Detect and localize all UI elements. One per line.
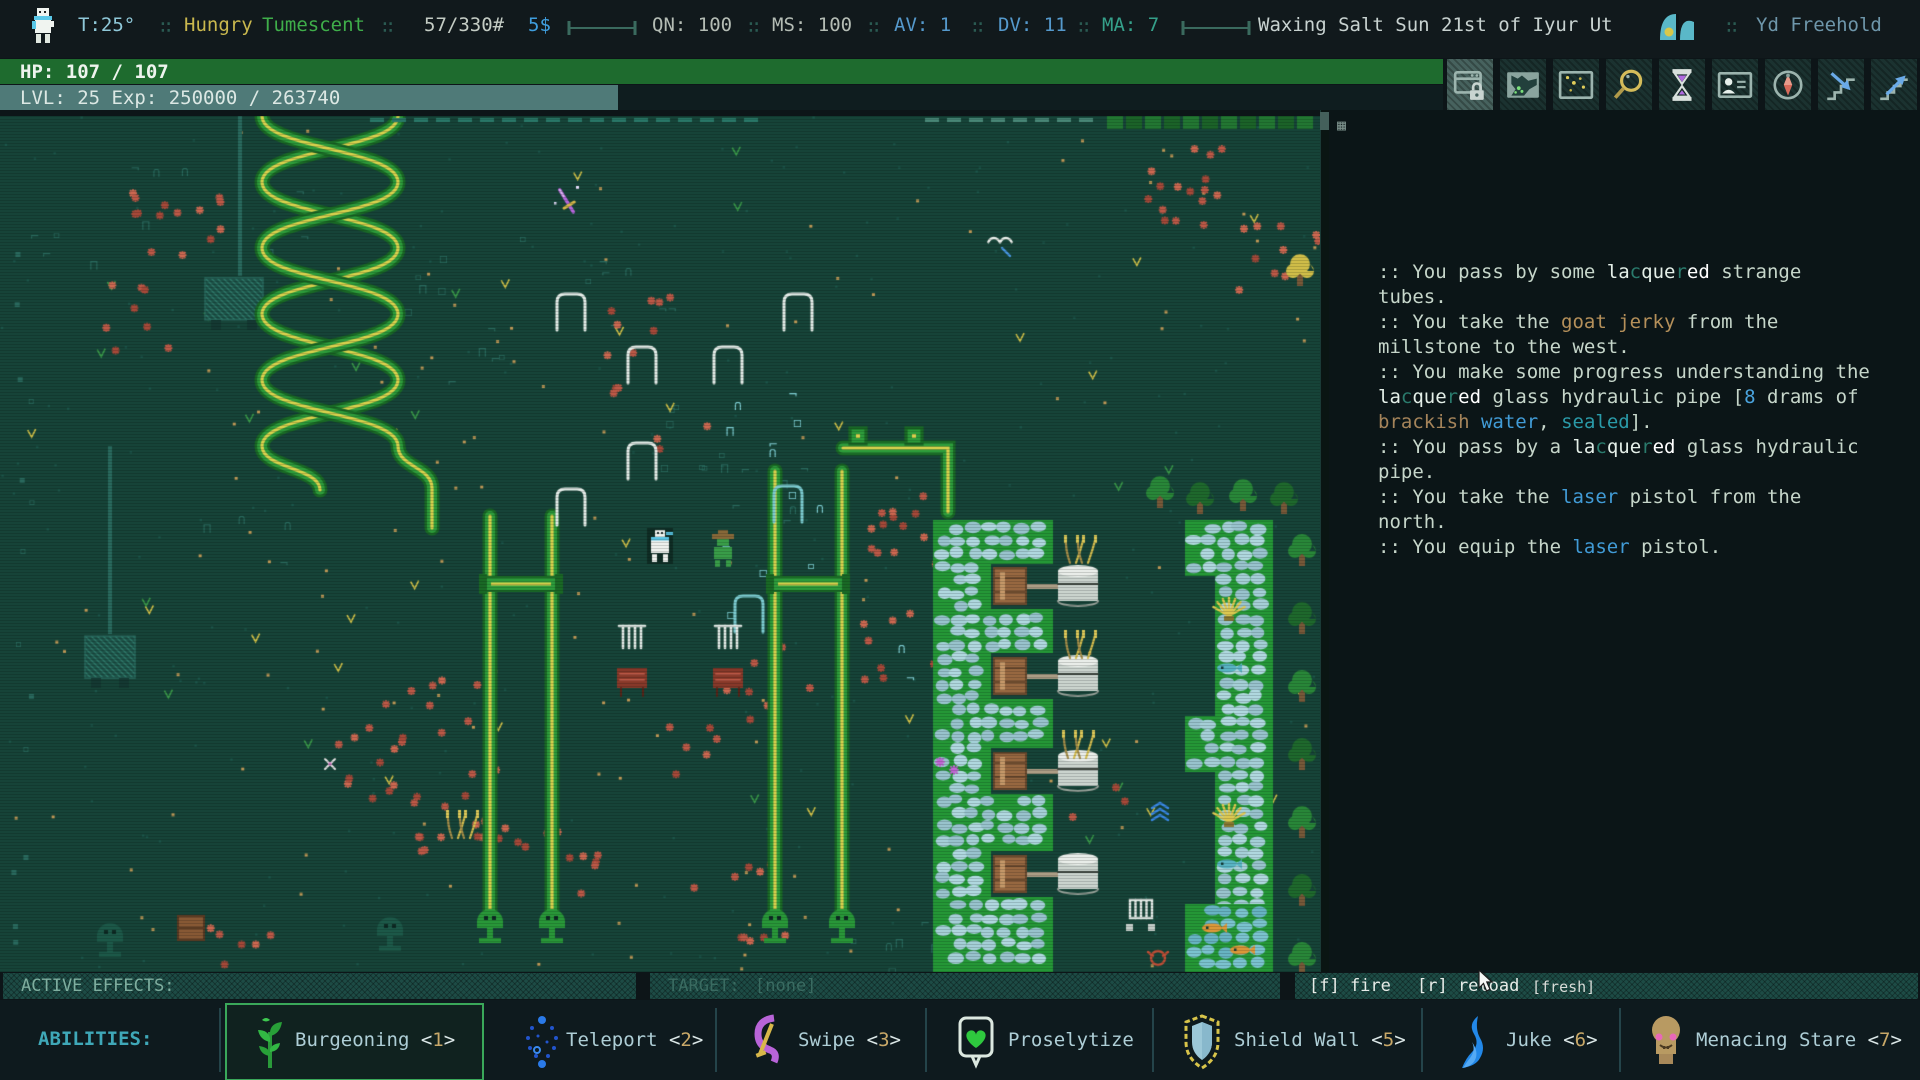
- exp-row: LVL: 25 Exp: 250000 / 263740: [0, 85, 1443, 110]
- log-line: millstone to the west.: [1378, 335, 1908, 360]
- hp-readout: HP: 107 / 107: [20, 61, 169, 83]
- teleport-icon: [520, 1012, 564, 1076]
- ability-label: Proselytize: [1008, 1029, 1134, 1051]
- log-line: :: You take the goat jerky from the: [1378, 310, 1908, 335]
- temperature-readout: T:25°: [78, 14, 135, 36]
- ability-burgeoning[interactable]: Burgeoning <1>: [248, 1000, 292, 1080]
- log-line: :: You take the laser pistol from the: [1378, 485, 1908, 510]
- separator-glyph: ∷: [160, 16, 171, 38]
- game-map[interactable]: [0, 116, 1320, 972]
- reload-fresh-suffix: [fresh]: [1532, 978, 1595, 996]
- money-readout[interactable]: 5$: [528, 14, 551, 36]
- status-hungry[interactable]: Hungry: [184, 14, 253, 36]
- target-label: TARGET:: [668, 976, 740, 996]
- stare-icon: [1644, 1012, 1688, 1076]
- toolbar-icon-strip: [1447, 59, 1920, 110]
- scrollbar-thumb[interactable]: [1320, 112, 1329, 130]
- stat-armor: AV: 1: [894, 14, 951, 36]
- log-line: :: You make some progress understanding …: [1378, 360, 1908, 385]
- ability-label: Shield Wall <5>: [1234, 1029, 1406, 1051]
- status-tumescent[interactable]: Tumescent: [262, 14, 365, 36]
- world-map-icon[interactable]: [1500, 59, 1546, 110]
- log-line: :: You equip the laser pistol.: [1378, 535, 1908, 560]
- ability-separator: [219, 1008, 221, 1072]
- sprout-icon: [248, 1012, 292, 1076]
- level-exp-readout: LVL: 25 Exp: 250000 / 263740: [20, 87, 340, 109]
- stat-dodge: DV: 11: [998, 14, 1067, 36]
- log-line: tubes.: [1378, 285, 1908, 310]
- status-bar: T:25° ∷ Hungry Tumescent ∷ 57/330# 5$ QN…: [0, 0, 1920, 58]
- ability-menacing-stare[interactable]: Menacing Stare <7>: [1644, 1000, 1688, 1080]
- character-card-icon[interactable]: [1712, 59, 1758, 110]
- target-bar: TARGET: [none]: [650, 973, 1280, 999]
- game-window: T:25° ∷ Hungry Tumescent ∷ 57/330# 5$ QN…: [0, 0, 1920, 1080]
- separator-glyph: ∷: [1078, 16, 1089, 38]
- ability-label: Menacing Stare <7>: [1696, 1029, 1902, 1051]
- swipe-icon: [744, 1012, 788, 1076]
- separator-glyph: ∷: [748, 16, 759, 38]
- separator-glyph: ∷: [1726, 16, 1737, 38]
- ability-shield-wall[interactable]: Shield Wall <5>: [1180, 1000, 1224, 1080]
- stat-quickness: QN: 100: [652, 14, 732, 36]
- fire-hint[interactable]: [f] fire: [1309, 976, 1391, 996]
- location-name[interactable]: Yd Freehold: [1756, 14, 1882, 36]
- ability-separator: [1421, 1008, 1423, 1072]
- meter-icon: [1180, 20, 1252, 36]
- ability-label: Swipe <3>: [798, 1029, 901, 1051]
- log-line: brackish water, sealed].: [1378, 410, 1908, 435]
- compass-icon[interactable]: [1765, 59, 1811, 110]
- abilities-bar: ABILITIES: ∧ 1 ∨ Burgeoning <1>Teleport …: [0, 1000, 1920, 1080]
- ability-proselytize[interactable]: Proselytize: [954, 1000, 998, 1080]
- sky-chart-icon[interactable]: [1553, 59, 1599, 110]
- ability-swipe[interactable]: Swipe <3>: [744, 1000, 788, 1080]
- log-line: lacquered glass hydraulic pipe [8 drams …: [1378, 385, 1908, 410]
- stairs-up-icon[interactable]: [1871, 59, 1917, 110]
- shield-icon: [1180, 1012, 1224, 1076]
- ability-separator: [925, 1008, 927, 1072]
- moon-phase-icon: [1656, 8, 1700, 44]
- log-line: :: You pass by some lacquered strange: [1378, 260, 1908, 285]
- log-line: :: You pass by a lacquered glass hydraul…: [1378, 435, 1908, 460]
- message-log-lines: :: You pass by some lacquered strangetub…: [1378, 260, 1908, 560]
- log-line: north.: [1378, 510, 1908, 535]
- ability-label: Burgeoning <1>: [295, 1029, 455, 1051]
- proselytize-icon: [954, 1012, 998, 1076]
- stat-movespeed: MS: 100: [772, 14, 852, 36]
- ability-juke[interactable]: Juke <6>: [1452, 1000, 1496, 1080]
- ability-label: Teleport <2>: [566, 1029, 703, 1051]
- mouse-cursor: [1478, 970, 1498, 994]
- separator-glyph: ∷: [972, 16, 983, 38]
- meter-icon: [566, 20, 638, 36]
- juke-icon: [1452, 1012, 1496, 1076]
- active-effects-bar: ACTIVE EFFECTS:: [3, 973, 636, 999]
- magnifier-icon[interactable]: [1606, 59, 1652, 110]
- stairs-down-icon[interactable]: [1818, 59, 1864, 110]
- ability-separator: [1152, 1008, 1154, 1072]
- game-date: Waxing Salt Sun 21st of Iyur Ut: [1258, 14, 1613, 36]
- abilities-label: ABILITIES:: [38, 1028, 152, 1050]
- ability-label: Juke <6>: [1506, 1029, 1598, 1051]
- player-portrait-icon: [26, 6, 60, 52]
- message-log-panel: ▦ :: You pass by some lacquered stranget…: [1329, 110, 1920, 972]
- ability-teleport[interactable]: Teleport <2>: [520, 1000, 564, 1080]
- ability-separator: [715, 1008, 717, 1072]
- hp-bar: HP: 107 / 107: [0, 59, 1443, 84]
- ability-separator: [1619, 1008, 1621, 1072]
- weapon-hint-bar: [f] fire [r] reload [fresh]: [1295, 973, 1918, 999]
- log-options-icon[interactable]: ▦: [1337, 116, 1346, 134]
- window-lock-icon[interactable]: [1447, 59, 1493, 110]
- active-effects-label: ACTIVE EFFECTS:: [21, 976, 175, 996]
- reload-hint[interactable]: [r] reload: [1417, 976, 1519, 996]
- hourglass-icon[interactable]: [1659, 59, 1705, 110]
- carry-weight: 57/330#: [424, 14, 504, 36]
- separator-glyph: ∷: [868, 16, 879, 38]
- log-line: pipe.: [1378, 460, 1908, 485]
- target-value: [none]: [755, 976, 816, 996]
- stat-mental-armor: MA: 7: [1102, 14, 1159, 36]
- separator-glyph: ∷: [382, 16, 393, 38]
